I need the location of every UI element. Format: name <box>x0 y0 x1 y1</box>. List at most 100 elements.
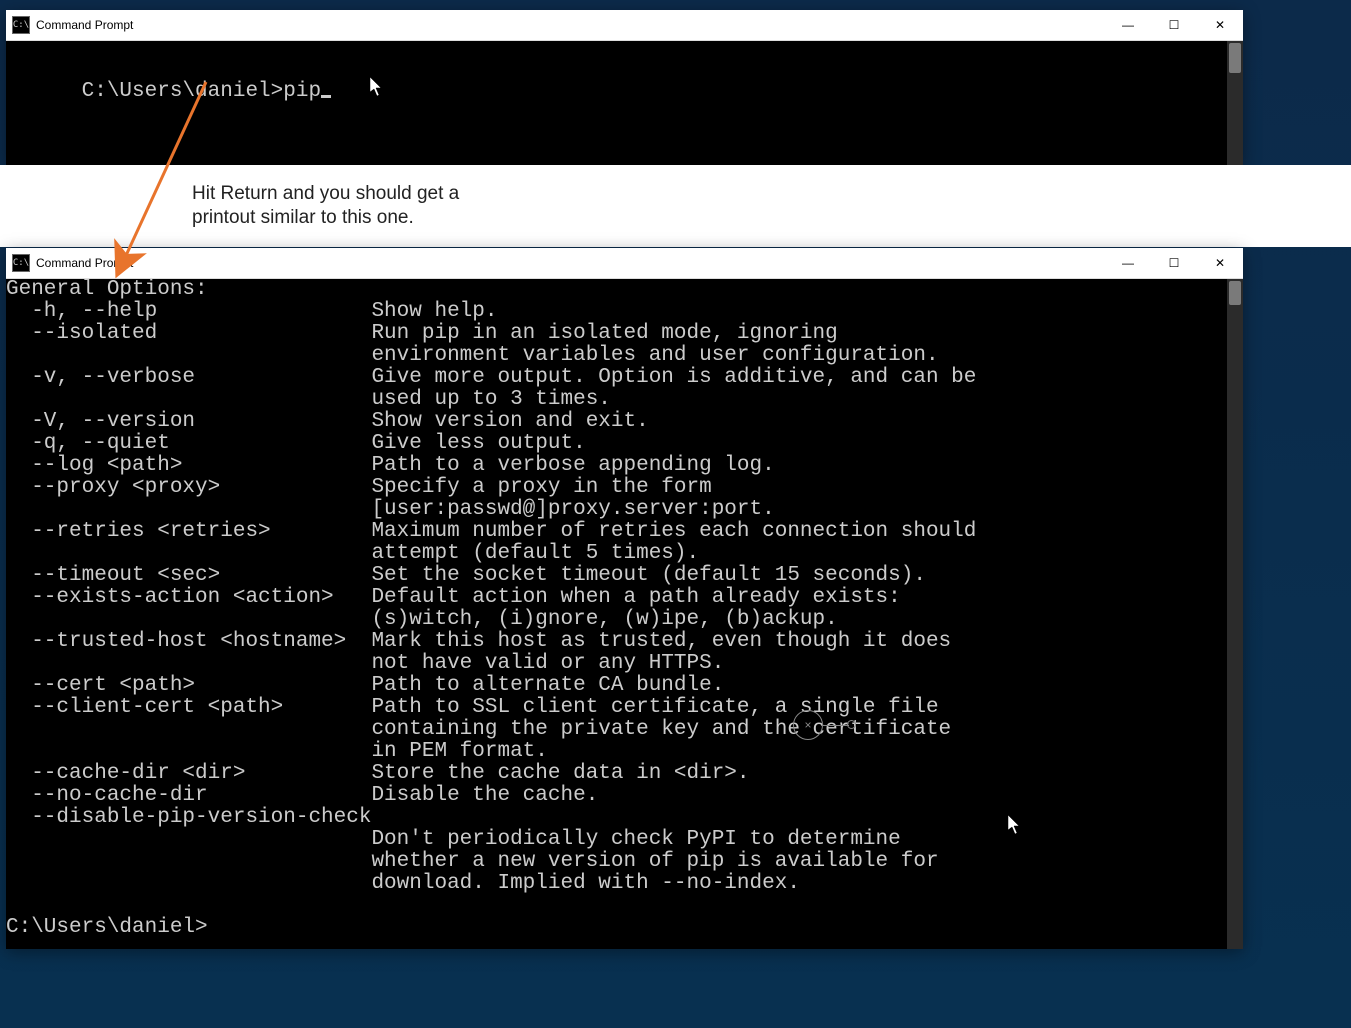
option-flag: -V, --version <box>6 411 371 433</box>
scrollbar-thumb[interactable] <box>1229 281 1241 305</box>
option-row: --disable-pip-version-check <box>6 807 1243 829</box>
cmd-icon: C:\ <box>12 254 30 272</box>
option-row: --client-cert <path>Path to SSL client c… <box>6 697 1243 719</box>
option-row: --log <path>Path to a verbose appending … <box>6 455 1243 477</box>
option-description: not have valid or any HTTPS. <box>371 653 724 675</box>
option-description: environment variables and user configura… <box>371 345 938 367</box>
option-description: Path to SSL client certificate, a single… <box>371 697 938 719</box>
scrollbar-1[interactable] <box>1227 41 1243 184</box>
option-flag: -h, --help <box>6 301 371 323</box>
option-description: (s)witch, (i)gnore, (w)ipe, (b)ackup. <box>371 609 837 631</box>
option-description: Mark this host as trusted, even though i… <box>371 631 951 653</box>
option-description: [user:passwd@]proxy.server:port. <box>371 499 774 521</box>
blank-line <box>6 895 1243 917</box>
option-row: -v, --verboseGive more output. Option is… <box>6 367 1243 389</box>
option-row: not have valid or any HTTPS. <box>6 653 1243 675</box>
minimize-button[interactable]: — <box>1105 248 1151 278</box>
option-flag: --retries <retries> <box>6 521 371 543</box>
option-flag <box>6 741 371 763</box>
option-row: --cert <path>Path to alternate CA bundle… <box>6 675 1243 697</box>
option-flag: --no-cache-dir <box>6 785 371 807</box>
option-flag: --disable-pip-version-check <box>6 807 371 829</box>
option-row: --proxy <proxy>Specify a proxy in the fo… <box>6 477 1243 499</box>
scrollbar-thumb[interactable] <box>1229 43 1241 73</box>
option-row: in PEM format. <box>6 741 1243 763</box>
option-flag <box>6 499 371 521</box>
terminal-body-2[interactable]: General Options: -h, --helpShow help. --… <box>6 279 1243 949</box>
option-row: -V, --versionShow version and exit. <box>6 411 1243 433</box>
option-description: Show help. <box>371 301 497 323</box>
option-flag <box>6 653 371 675</box>
option-description: whether a new version of pip is availabl… <box>371 851 938 873</box>
option-description: Set the socket timeout (default 15 secon… <box>371 565 926 587</box>
option-row: -h, --helpShow help. <box>6 301 1243 323</box>
option-description: Don't periodically check PyPI to determi… <box>371 829 900 851</box>
option-flag: --client-cert <path> <box>6 697 371 719</box>
option-flag <box>6 873 371 895</box>
option-row: --cache-dir <dir>Store the cache data in… <box>6 763 1243 785</box>
option-row: --retries <retries>Maximum number of ret… <box>6 521 1243 543</box>
option-flag: -v, --verbose <box>6 367 371 389</box>
option-flag <box>6 389 371 411</box>
close-button[interactable]: ✕ <box>1197 248 1243 278</box>
option-row: download. Implied with --no-index. <box>6 873 1243 895</box>
option-flag: --proxy <proxy> <box>6 477 371 499</box>
option-flag <box>6 719 371 741</box>
option-flag <box>6 829 371 851</box>
option-flag <box>6 851 371 873</box>
option-row: attempt (default 5 times). <box>6 543 1243 565</box>
prompt-text: C:\Users\daniel> <box>82 80 284 103</box>
option-description: Path to a verbose appending log. <box>371 455 774 477</box>
option-description: Run pip in an isolated mode, ignoring <box>371 323 837 345</box>
scrollbar-2[interactable] <box>1227 279 1243 949</box>
option-flag <box>6 543 371 565</box>
option-description: in PEM format. <box>371 741 547 763</box>
option-flag: --trusted-host <hostname> <box>6 631 371 653</box>
option-description: Disable the cache. <box>371 785 598 807</box>
option-flag: --cert <path> <box>6 675 371 697</box>
option-description: download. Implied with --no-index. <box>371 873 799 895</box>
titlebar-2: C:\ Command Prompt — ☐ ✕ <box>6 248 1243 279</box>
option-flag <box>6 345 371 367</box>
option-flag: --exists-action <action> <box>6 587 371 609</box>
option-description: Specify a proxy in the form <box>371 477 711 499</box>
option-description: attempt (default 5 times). <box>371 543 699 565</box>
option-description: Show version and exit. <box>371 411 648 433</box>
terminal-body-1[interactable]: C:\Users\daniel>pip <box>6 41 1243 184</box>
option-description: Store the cache data in <dir>. <box>371 763 749 785</box>
maximize-button[interactable]: ☐ <box>1151 248 1197 278</box>
typed-command: pip <box>283 80 321 103</box>
titlebar-1: C:\ Command Prompt — ☐ ✕ <box>6 10 1243 41</box>
option-flag: --isolated <box>6 323 371 345</box>
cmd-window-1: C:\ Command Prompt — ☐ ✕ C:\Users\daniel… <box>6 10 1243 165</box>
window-title-2: Command Prompt <box>36 256 133 270</box>
option-flag: -q, --quiet <box>6 433 371 455</box>
option-description: Give more output. Option is additive, an… <box>371 367 976 389</box>
window-title-1: Command Prompt <box>36 18 133 32</box>
option-description: Default action when a path already exist… <box>371 587 900 609</box>
option-description: Give less output. <box>371 433 585 455</box>
prompt-text: C:\Users\daniel> <box>6 917 1243 939</box>
option-row: --exists-action <action>Default action w… <box>6 587 1243 609</box>
option-row: containing the private key and the certi… <box>6 719 1243 741</box>
option-row: used up to 3 times. <box>6 389 1243 411</box>
cmd-window-2: C:\ Command Prompt — ☐ ✕ General Options… <box>6 248 1243 948</box>
instruction-band: Hit Return and you should get a printout… <box>0 165 1351 247</box>
option-row: Don't periodically check PyPI to determi… <box>6 829 1243 851</box>
maximize-button[interactable]: ☐ <box>1151 10 1197 40</box>
option-row: --no-cache-dirDisable the cache. <box>6 785 1243 807</box>
option-flag: --timeout <sec> <box>6 565 371 587</box>
option-row: --isolatedRun pip in an isolated mode, i… <box>6 323 1243 345</box>
option-description: containing the private key and the certi… <box>371 719 951 741</box>
option-description: Maximum number of retries each connectio… <box>371 521 976 543</box>
close-button[interactable]: ✕ <box>1197 10 1243 40</box>
option-row: -q, --quietGive less output. <box>6 433 1243 455</box>
option-row: (s)witch, (i)gnore, (w)ipe, (b)ackup. <box>6 609 1243 631</box>
option-flag <box>6 609 371 631</box>
minimize-button[interactable]: — <box>1105 10 1151 40</box>
instruction-text: Hit Return and you should get a printout… <box>192 182 459 230</box>
option-row: whether a new version of pip is availabl… <box>6 851 1243 873</box>
option-flag: --log <path> <box>6 455 371 477</box>
cmd-icon: C:\ <box>12 16 30 34</box>
option-description: Path to alternate CA bundle. <box>371 675 724 697</box>
